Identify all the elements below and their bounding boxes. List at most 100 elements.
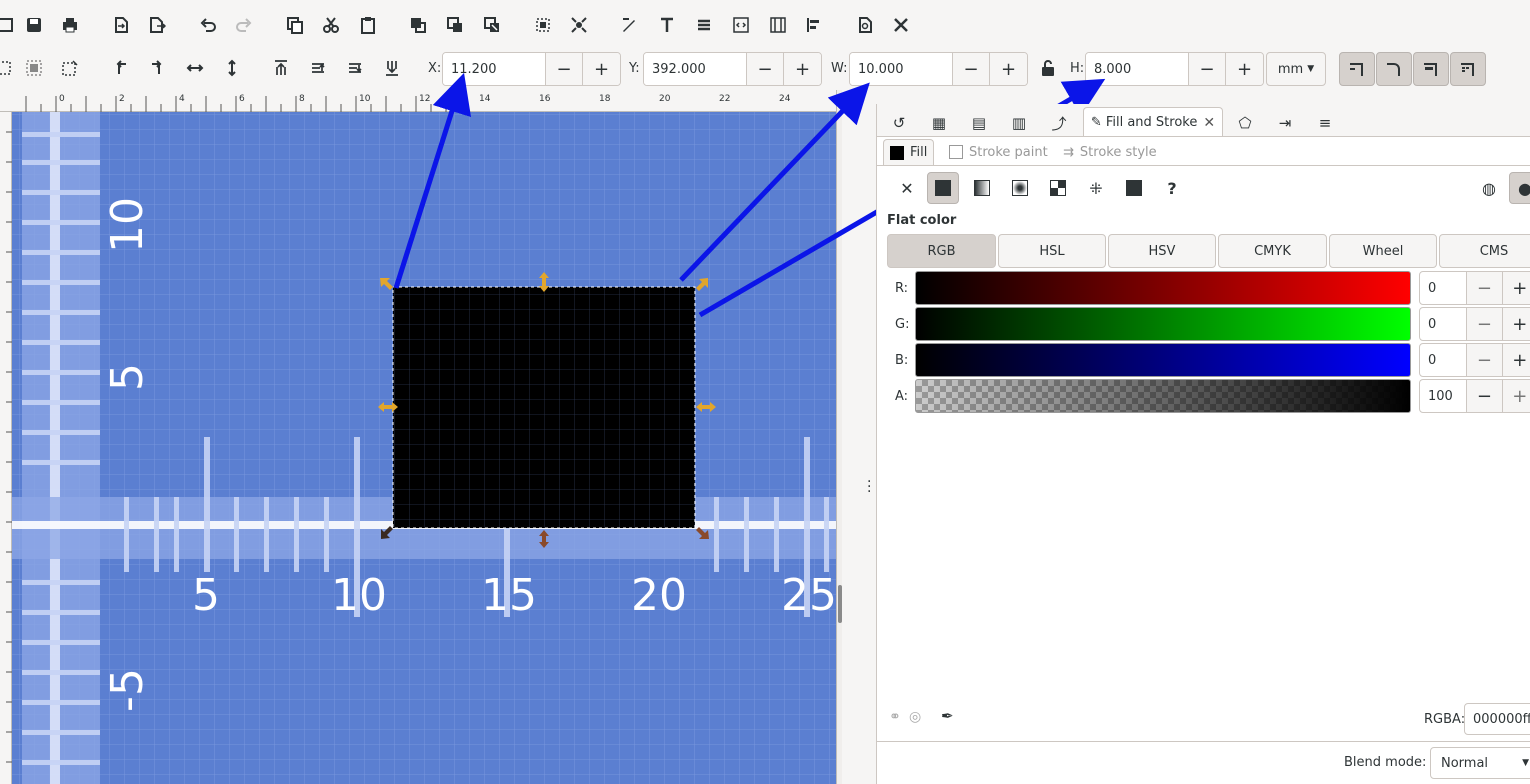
pattern-button[interactable] — [1042, 172, 1074, 204]
tab-export[interactable]: ⇥ — [1271, 110, 1299, 136]
w-decrement-button[interactable]: − — [953, 53, 990, 85]
horizontal-ruler[interactable]: 0 2 4 6 8 10 12 14 16 18 20 22 24 — [0, 90, 842, 112]
rotate-ccw-icon[interactable] — [108, 55, 134, 81]
tab-menu[interactable]: ≡ — [1311, 110, 1339, 136]
transform-gradients-toggle[interactable] — [1413, 52, 1449, 86]
select-all-layers-icon[interactable] — [21, 55, 47, 81]
text-font-icon[interactable] — [654, 12, 680, 38]
w-input[interactable]: 10.000 — [850, 53, 953, 85]
lower-icon[interactable] — [342, 55, 368, 81]
r-input[interactable]: 0 — [1420, 272, 1468, 304]
transform-patterns-toggle[interactable] — [1450, 52, 1486, 86]
color-mode-rgb[interactable]: RGB — [887, 234, 996, 268]
tab-fill-stroke[interactable]: ✎ Fill and Stroke ✕ — [1083, 107, 1223, 137]
a-slider[interactable] — [915, 379, 1411, 413]
w-increment-button[interactable]: + — [990, 53, 1027, 85]
tab-path-effects[interactable]: ⤴ — [1045, 110, 1073, 136]
b-input[interactable]: 0 — [1420, 344, 1468, 376]
color-mode-hsl[interactable]: HSL — [998, 234, 1106, 268]
b-slider[interactable] — [915, 343, 1411, 377]
mesh-button[interactable]: ⁜ — [1080, 172, 1112, 204]
scrollbar-thumb[interactable] — [838, 585, 842, 623]
a-decrement-button[interactable]: − — [1467, 380, 1503, 412]
color-mode-cms[interactable]: CMS — [1439, 234, 1530, 268]
r-decrement-button[interactable]: − — [1467, 272, 1503, 304]
import-icon[interactable] — [108, 12, 134, 38]
h-decrement-button[interactable]: − — [1189, 53, 1226, 85]
lower-to-bottom-icon[interactable] — [379, 55, 405, 81]
subtab-fill[interactable]: Fill — [883, 139, 935, 165]
layers-icon[interactable] — [691, 12, 717, 38]
rgba-input[interactable]: 000000ff — [1464, 703, 1530, 735]
clone-icon[interactable] — [442, 12, 468, 38]
radial-gradient-button[interactable] — [1004, 172, 1036, 204]
deselect-icon[interactable] — [57, 55, 83, 81]
y-increment-button[interactable]: + — [784, 53, 821, 85]
x-decrement-button[interactable]: − — [546, 53, 583, 85]
undo-icon[interactable] — [195, 12, 221, 38]
a-increment-button[interactable]: + — [1502, 380, 1530, 412]
preferences-icon[interactable] — [888, 12, 914, 38]
x-increment-button[interactable]: + — [583, 53, 620, 85]
g-input[interactable]: 0 — [1420, 308, 1468, 340]
b-decrement-button[interactable]: − — [1467, 344, 1503, 376]
save-icon[interactable] — [21, 12, 47, 38]
g-slider[interactable] — [915, 307, 1411, 341]
duplicate-icon[interactable] — [405, 12, 431, 38]
fill-stroke-icon[interactable] — [616, 12, 642, 38]
lock-ratio-icon[interactable] — [1035, 55, 1061, 81]
no-paint-button[interactable]: ✕ — [891, 172, 923, 204]
color-mode-hsv[interactable]: HSV — [1108, 234, 1216, 268]
blend-mode-select[interactable]: Normal ▼ — [1430, 747, 1530, 779]
select-all-icon[interactable] — [0, 55, 18, 81]
document-properties-icon[interactable] — [765, 12, 791, 38]
r-slider[interactable] — [915, 271, 1411, 305]
tab-undo-history[interactable]: ↺ — [885, 110, 913, 136]
b-increment-button[interactable]: + — [1502, 344, 1530, 376]
group-icon[interactable] — [530, 12, 556, 38]
color-mode-cmyk[interactable]: CMYK — [1218, 234, 1327, 268]
y-input[interactable]: 392.000 — [644, 53, 747, 85]
scale-stroke-toggle[interactable] — [1339, 52, 1375, 86]
flip-horizontal-icon[interactable] — [182, 55, 208, 81]
g-increment-button[interactable]: + — [1502, 308, 1530, 340]
x-input[interactable]: 11.200 — [443, 53, 546, 85]
a-input[interactable]: 100 — [1420, 380, 1468, 412]
close-icon[interactable]: ✕ — [1203, 115, 1215, 131]
unset-paint-button[interactable]: ? — [1156, 172, 1188, 204]
swatch-button[interactable] — [1118, 172, 1150, 204]
open-icon[interactable] — [0, 12, 18, 38]
raise-icon[interactable] — [305, 55, 331, 81]
fill-rule-evenodd-button[interactable]: ◍ — [1473, 172, 1505, 204]
copy-icon[interactable] — [282, 12, 308, 38]
unit-select[interactable]: mm ▼ — [1266, 52, 1326, 86]
tab-document[interactable]: ▤ — [965, 110, 993, 136]
flat-color-button[interactable] — [927, 172, 959, 204]
vertical-scrollbar[interactable] — [836, 90, 842, 784]
tab-transform[interactable]: ⬠ — [1231, 110, 1259, 136]
eyedropper-icon[interactable]: ✒ — [941, 707, 954, 725]
color-mode-wheel[interactable]: Wheel — [1329, 234, 1437, 268]
y-decrement-button[interactable]: − — [747, 53, 784, 85]
rotate-cw-icon[interactable] — [144, 55, 170, 81]
h-increment-button[interactable]: + — [1226, 53, 1263, 85]
h-input[interactable]: 8.000 — [1086, 53, 1189, 85]
paste-icon[interactable] — [355, 12, 381, 38]
linear-gradient-button[interactable] — [966, 172, 998, 204]
find-replace-icon[interactable] — [852, 12, 878, 38]
xml-editor-icon[interactable] — [728, 12, 754, 38]
redo-icon[interactable] — [231, 12, 257, 38]
ungroup-icon[interactable] — [566, 12, 592, 38]
scale-corners-toggle[interactable] — [1376, 52, 1412, 86]
raise-to-top-icon[interactable] — [268, 55, 294, 81]
g-decrement-button[interactable]: − — [1467, 308, 1503, 340]
fill-rule-nonzero-button[interactable]: ● — [1509, 172, 1530, 204]
flip-vertical-icon[interactable] — [219, 55, 245, 81]
vertical-ruler[interactable] — [0, 112, 12, 784]
subtab-stroke-paint[interactable]: Stroke paint — [949, 139, 1048, 165]
r-increment-button[interactable]: + — [1502, 272, 1530, 304]
print-icon[interactable] — [57, 12, 83, 38]
align-distribute-icon[interactable] — [801, 12, 827, 38]
tab-objects[interactable]: ▦ — [925, 110, 953, 136]
subtab-stroke-style[interactable]: ⇉ Stroke style — [1063, 139, 1157, 165]
